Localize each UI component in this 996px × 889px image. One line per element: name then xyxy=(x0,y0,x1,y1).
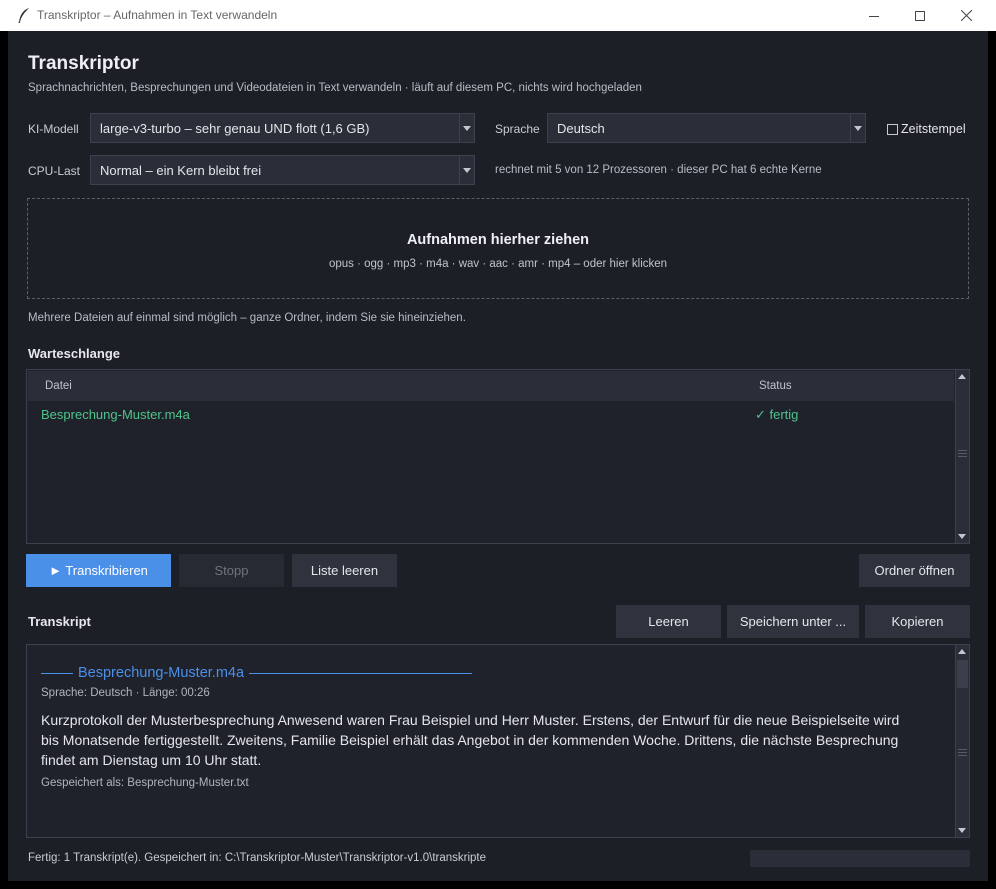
chevron-down-icon[interactable] xyxy=(459,156,474,184)
dropzone-title: Aufnahmen hierher ziehen xyxy=(406,232,590,248)
transcribe-button[interactable]: ► Transkribieren xyxy=(26,554,171,587)
model-label: KI-Modell xyxy=(28,122,79,136)
maximize-button[interactable] xyxy=(897,0,943,31)
open-folder-button[interactable]: Ordner öffnen xyxy=(859,554,970,587)
cpu-select[interactable]: Normal – ein Kern bleibt frei xyxy=(90,155,475,185)
queue-title: Warteschlange xyxy=(28,346,120,361)
minimize-button[interactable] xyxy=(851,0,897,31)
close-button[interactable] xyxy=(943,0,989,31)
queue-header: Datei Status xyxy=(28,371,954,401)
transcript-title: Transkript xyxy=(28,614,91,629)
language-select-value: Deutsch xyxy=(557,121,605,136)
transcript-scrollbar[interactable] xyxy=(955,645,969,837)
scroll-grip xyxy=(958,752,967,753)
transcript-view[interactable]: Besprechung-Muster.m4a Sprache: Deutsch … xyxy=(26,644,970,838)
file-dropzone[interactable]: Aufnahmen hierher ziehen opus · ogg · mp… xyxy=(27,198,969,299)
main-panel: Transkriptor Sprachnachrichten, Besprech… xyxy=(8,31,988,881)
language-select[interactable]: Deutsch xyxy=(547,113,866,143)
scroll-grip xyxy=(958,749,967,750)
chevron-down-icon[interactable] xyxy=(850,114,865,142)
dropzone-formats: opus · ogg · mp3 · m4a · wav · aac · amr… xyxy=(328,258,668,270)
cpu-label: CPU-Last xyxy=(28,164,81,178)
cpu-select-value: Normal – ein Kern bleibt frei xyxy=(100,163,262,178)
divider xyxy=(41,672,73,674)
queue-file-name: Besprechung-Muster.m4a xyxy=(41,407,190,422)
save-as-button[interactable]: Speichern unter ... xyxy=(727,605,859,638)
app-title: Transkriptor xyxy=(28,53,139,74)
app-subtitle: Sprachnachrichten, Besprechungen und Vid… xyxy=(28,82,642,94)
scroll-grip xyxy=(958,755,967,756)
table-row[interactable]: Besprechung-Muster.m4a ✓ fertig xyxy=(28,401,954,429)
queue-list[interactable]: Datei Status Besprechung-Muster.m4a ✓ fe… xyxy=(26,369,970,544)
scroll-grip xyxy=(958,456,967,457)
divider xyxy=(249,672,473,674)
chevron-down-icon[interactable] xyxy=(459,114,474,142)
language-label: Sprache xyxy=(495,122,540,136)
feather-icon xyxy=(18,8,29,23)
status-text: Fertig: 1 Transkript(e). Gespeichert in:… xyxy=(28,852,487,864)
scroll-up-icon[interactable] xyxy=(958,374,966,379)
transcript-text[interactable]: Kurzprotokoll der Musterbesprechung Anwe… xyxy=(41,710,921,770)
queue-file-status: ✓ fertig xyxy=(755,407,799,422)
progress-bar xyxy=(750,850,970,867)
transcript-saved-path: Gespeichert als: Besprechung-Muster.txt xyxy=(41,777,249,789)
scroll-down-icon[interactable] xyxy=(958,534,966,539)
clear-list-button[interactable]: Liste leeren xyxy=(292,554,397,587)
minimize-icon xyxy=(869,15,879,17)
copy-button[interactable]: Kopieren xyxy=(865,605,970,638)
cpu-info: rechnet mit 5 von 12 Prozessoren · diese… xyxy=(495,164,822,176)
transcript-file-heading: Besprechung-Muster.m4a xyxy=(41,665,473,681)
title-bar[interactable]: Transkriptor – Aufnahmen in Text verwand… xyxy=(0,0,996,31)
queue-scrollbar[interactable] xyxy=(955,370,969,543)
scroll-down-icon[interactable] xyxy=(958,828,966,833)
scroll-grip xyxy=(958,453,967,454)
scroll-grip xyxy=(958,450,967,451)
timestamps-label: Zeitstempel xyxy=(901,122,966,136)
scroll-up-icon[interactable] xyxy=(958,649,966,654)
transcript-meta: Sprache: Deutsch · Länge: 00:26 xyxy=(41,687,210,699)
scroll-thumb[interactable] xyxy=(957,660,968,688)
column-header-status[interactable]: Status xyxy=(759,380,792,392)
stop-button[interactable]: Stopp xyxy=(179,554,284,587)
model-select[interactable]: large-v3-turbo – sehr genau UND flott (1… xyxy=(90,113,475,143)
transcript-file-name: Besprechung-Muster.m4a xyxy=(78,665,245,681)
window-title: Transkriptor – Aufnahmen in Text verwand… xyxy=(37,8,278,22)
column-header-file[interactable]: Datei xyxy=(45,380,72,392)
close-icon xyxy=(960,10,972,21)
timestamps-checkbox[interactable] xyxy=(887,123,898,135)
multi-file-hint: Mehrere Dateien auf einmal sind möglich … xyxy=(28,312,466,324)
clear-transcript-button[interactable]: Leeren xyxy=(616,605,721,638)
model-select-value: large-v3-turbo – sehr genau UND flott (1… xyxy=(100,121,370,136)
maximize-icon xyxy=(915,10,925,21)
timestamps-toggle[interactable]: Zeitstempel xyxy=(887,122,966,136)
app-window: Transkriptor – Aufnahmen in Text verwand… xyxy=(0,0,996,889)
